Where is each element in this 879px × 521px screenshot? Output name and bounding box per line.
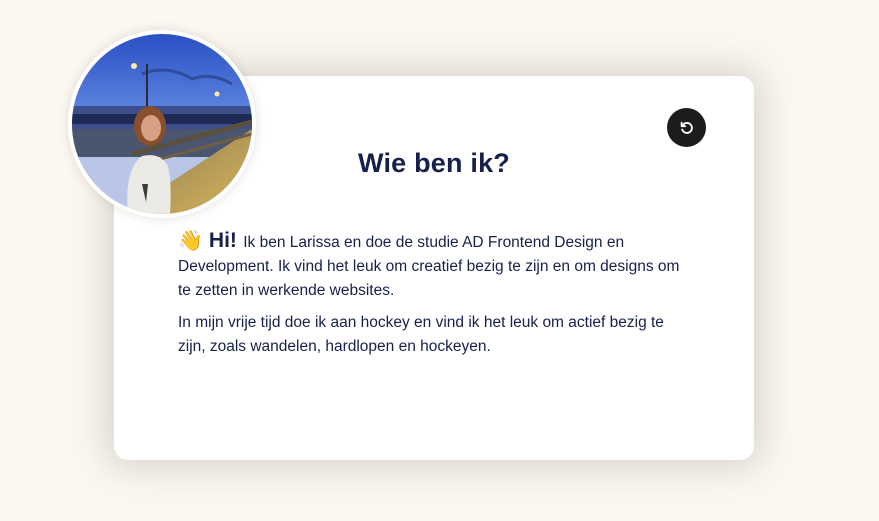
flip-card-button[interactable] xyxy=(667,108,706,147)
card-body: 👋 Hi! Ik ben Larissa en doe de studie AD … xyxy=(178,228,688,367)
greeting: Hi! xyxy=(208,229,237,252)
profile-photo xyxy=(72,34,252,214)
waving-hand-icon: 👋 xyxy=(178,228,203,252)
hobbies-paragraph: In mijn vrije tijd doe ik aan hockey en … xyxy=(178,314,664,355)
avatar xyxy=(68,30,256,218)
intro-text: Ik ben Larissa en doe de studie AD Front… xyxy=(178,234,680,299)
rotate-icon xyxy=(680,121,693,134)
intro-paragraph: 👋 Hi! Ik ben Larissa en doe de studie AD … xyxy=(178,228,688,303)
